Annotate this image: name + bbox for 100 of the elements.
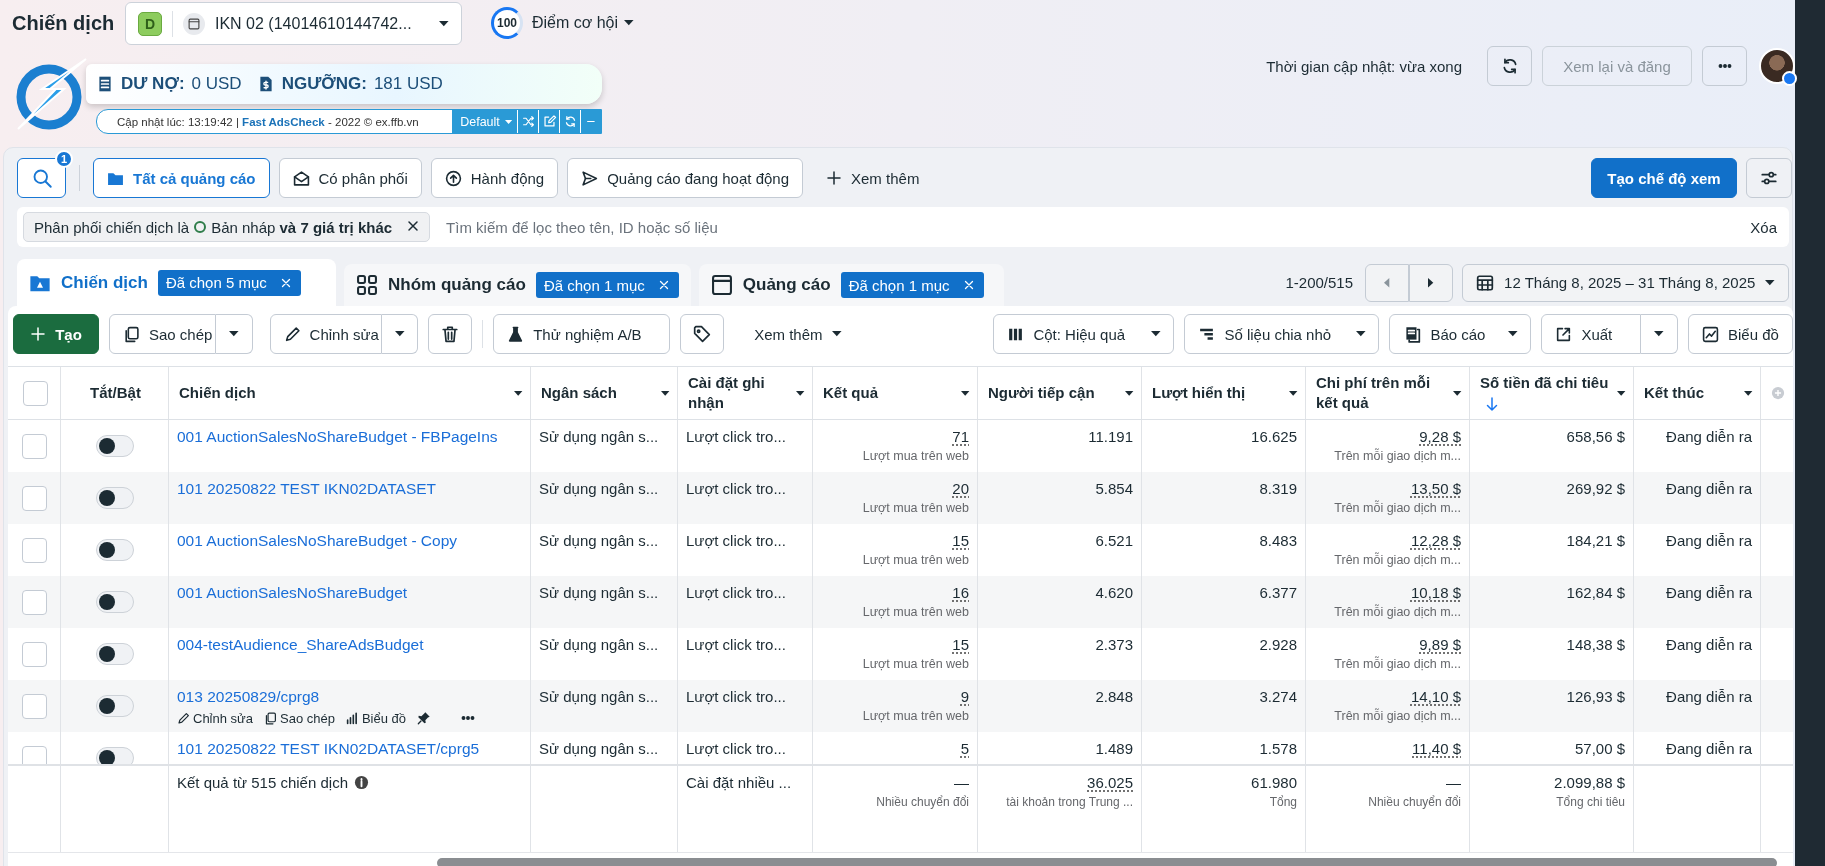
- toggle-switch[interactable]: [95, 539, 134, 561]
- filter-chip[interactable]: Phân phối chiến dịch là Bản nháp và 7 giá trị khác: [23, 212, 431, 242]
- checkbox[interactable]: [21, 745, 47, 764]
- filter-search-bar[interactable]: Phân phối chiến dịch là Bản nháp và 7 giá trị khác Tìm kiếm để lọc theo tên, ID hoặc số liệu Xóa: [17, 207, 1789, 247]
- column-header[interactable]: Chi phí trên mỗi kết quả: [1305, 367, 1469, 419]
- settings-button[interactable]: [1746, 158, 1792, 198]
- level-tab[interactable]: Chiến dịch Đã chọn 5 mục: [17, 259, 336, 306]
- toggle-switch[interactable]: [95, 591, 134, 613]
- column-header[interactable]: Tắt/Bật: [60, 367, 168, 419]
- edit-icon: [542, 115, 556, 128]
- toggle-switch[interactable]: [95, 747, 134, 764]
- ab-test-button[interactable]: Thử nghiệm A/B: [493, 314, 671, 354]
- checkbox[interactable]: [21, 693, 47, 719]
- column-header[interactable]: Lượt hiển thị: [1141, 367, 1305, 419]
- search-field[interactable]: Tìm kiếm để lọc theo tên, ID hoặc số liệu: [444, 212, 1751, 242]
- level-tab[interactable]: Quảng cáo Đã chọn 1 mục: [698, 264, 1004, 306]
- edit-button[interactable]: Chỉnh sửa: [269, 314, 382, 354]
- campaign-link[interactable]: 001 AuctionSalesNoShareBudget - FBPageIns: [177, 428, 522, 446]
- export-menu-button[interactable]: [1641, 314, 1678, 354]
- metric-value: —: [954, 774, 969, 791]
- campaign-link[interactable]: 101 20250822 TEST IKN02DATASET/cprg5: [177, 740, 522, 758]
- metric-caption: Lượt mua trên web: [862, 605, 969, 619]
- view-filter-tab[interactable]: Hành động: [430, 158, 559, 198]
- campaign-link[interactable]: 001 AuctionSalesNoShareBudget - Copy: [177, 532, 522, 550]
- table-cell: 126,93 $: [1566, 688, 1625, 705]
- duplicate-button[interactable]: Sao chép: [109, 314, 216, 354]
- delete-button[interactable]: [428, 314, 473, 354]
- add-column-icon[interactable]: [1771, 385, 1785, 401]
- column-header[interactable]: Kết quả: [812, 367, 977, 419]
- toggle-switch[interactable]: [95, 487, 134, 509]
- campaign-link[interactable]: 004-testAudience_ShareAdsBudget: [177, 636, 522, 654]
- campaign-link[interactable]: 101 20250822 TEST IKN02DATASET: [177, 480, 522, 498]
- refresh-button[interactable]: [1487, 46, 1532, 86]
- export-button[interactable]: Xuất: [1541, 314, 1642, 354]
- column-header[interactable]: Ngân sách: [530, 367, 677, 419]
- minimize-button[interactable]: [580, 110, 601, 133]
- reports-dropdown[interactable]: Báo cáo: [1389, 314, 1532, 354]
- caret-down-icon: [1507, 331, 1518, 337]
- page-title: Chiến dịch: [12, 11, 116, 35]
- breakdown-dropdown[interactable]: Số liệu chia nhỏ: [1184, 314, 1380, 354]
- table-cell: Đang diễn ra: [1666, 532, 1752, 549]
- checkbox[interactable]: [21, 537, 47, 563]
- row-action-link[interactable]: Chỉnh sửa: [177, 710, 253, 726]
- tab-label: Chiến dịch: [61, 272, 148, 293]
- selection-chip[interactable]: Đã chọn 1 mục: [840, 272, 984, 298]
- row-action-link[interactable]: Sao chép: [264, 710, 335, 726]
- level-tab[interactable]: Nhóm quảng cáo Đã chọn 1 mục: [344, 264, 691, 306]
- pin-button[interactable]: [417, 711, 432, 725]
- column-header[interactable]: Kết thúc: [1633, 367, 1760, 419]
- edit-menu-button[interactable]: [381, 314, 419, 354]
- edit-button[interactable]: [538, 110, 559, 133]
- draft-status-icon: [194, 221, 207, 233]
- row-action-link[interactable]: Biểu đồ: [345, 710, 407, 726]
- checkbox[interactable]: [21, 589, 47, 615]
- view-filter-tab[interactable]: Có phân phối: [278, 158, 422, 198]
- table-cell-text: Lượt click tro...: [686, 480, 787, 497]
- avatar[interactable]: [1759, 48, 1795, 84]
- tag-button[interactable]: [680, 314, 725, 354]
- column-header[interactable]: Cài đặt ghi nhận: [677, 367, 812, 419]
- caret-down-icon: [1124, 390, 1133, 396]
- selection-chip[interactable]: Đã chọn 5 mục: [157, 269, 301, 296]
- copy-icon: [264, 711, 277, 725]
- opportunity-score-menu[interactable]: Điểm cơ hội: [532, 14, 619, 32]
- table-cell-text: Sử dụng ngân s...: [539, 740, 660, 757]
- pencil-icon: [177, 711, 190, 725]
- checkbox[interactable]: [21, 485, 47, 511]
- chart-button[interactable]: Biểu đồ: [1688, 314, 1793, 354]
- date-range-picker[interactable]: 12 Tháng 8, 2025 – 31 Tháng 8, 2025: [1462, 263, 1789, 302]
- campaign-link[interactable]: 001 AuctionSalesNoShareBudget: [177, 584, 522, 602]
- account-selector[interactable]: D IKN 02 (14014610144742...: [125, 2, 462, 45]
- view-filter-tab[interactable]: Tất cả quảng cáo: [93, 158, 270, 198]
- toggle-switch[interactable]: [95, 435, 134, 457]
- selection-chip[interactable]: Đã chọn 1 mục: [535, 272, 679, 298]
- see-more-button[interactable]: Xem thêm: [740, 314, 856, 354]
- column-header[interactable]: Chiến dịch: [168, 367, 530, 419]
- totals-label: Kết quả từ 515 chiến dịch: [177, 774, 522, 791]
- checkbox[interactable]: [21, 433, 47, 459]
- column-header[interactable]: Số tiền đã chi tiêu: [1469, 367, 1633, 419]
- duplicate-menu-button[interactable]: [216, 314, 253, 354]
- metric-value: 5: [960, 740, 969, 757]
- sliders-icon: [1760, 169, 1778, 187]
- metric-value: 11,40 $: [1412, 740, 1461, 757]
- checkbox[interactable]: [21, 641, 47, 667]
- metric-value: 36.025: [1087, 774, 1133, 791]
- horizontal-scrollbar[interactable]: [437, 858, 1777, 866]
- campaign-link[interactable]: 013 20250829/cprg8: [177, 688, 522, 706]
- clear-link[interactable]: Xóa: [1750, 218, 1777, 236]
- view-filter-tab[interactable]: Quảng cáo đang hoạt động: [567, 158, 803, 198]
- metric-caption: Lượt mua trên web: [862, 709, 969, 723]
- columns-dropdown[interactable]: Cột: Hiệu quả: [993, 314, 1175, 354]
- toggle-switch[interactable]: [95, 695, 134, 717]
- see-more-button[interactable]: Xem thêm: [812, 158, 934, 198]
- table-cell: Đang diễn ra: [1666, 428, 1752, 445]
- column-header[interactable]: Người tiếp cận: [977, 367, 1141, 419]
- toggle-switch[interactable]: [95, 643, 134, 665]
- shuffle-button[interactable]: [517, 110, 538, 133]
- create-view-button[interactable]: Tạo chế độ xem: [1591, 158, 1737, 198]
- create-button[interactable]: Tạo: [13, 314, 99, 354]
- checkbox[interactable]: [22, 380, 48, 406]
- update-info-text: Cập nhật lúc: 13:19:42 | Fast AdsCheck - 2022 © ex.ffb.vn: [117, 115, 420, 128]
